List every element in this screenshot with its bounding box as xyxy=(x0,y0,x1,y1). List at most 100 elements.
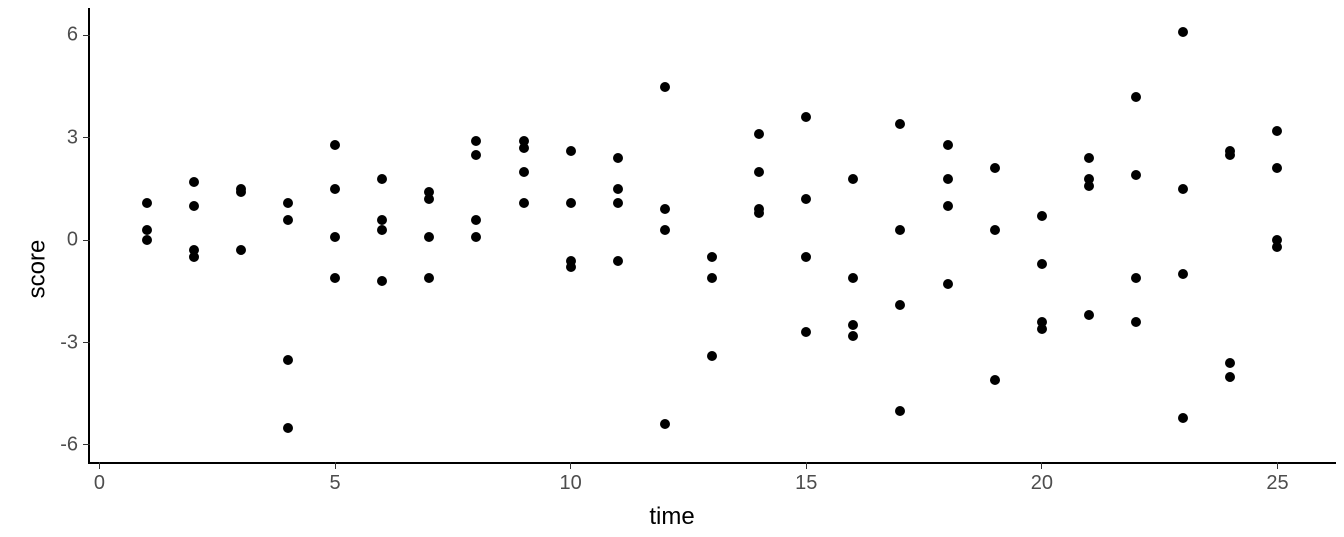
data-point xyxy=(236,187,246,197)
data-point xyxy=(283,198,293,208)
x-tick-label: 0 xyxy=(94,472,105,495)
x-tick-mark xyxy=(806,462,807,469)
data-point xyxy=(142,235,152,245)
y-tick-label: -3 xyxy=(60,331,78,354)
data-point xyxy=(471,232,481,242)
data-point xyxy=(1178,184,1188,194)
data-point xyxy=(613,198,623,208)
data-point xyxy=(1084,181,1094,191)
data-point xyxy=(566,146,576,156)
x-tick-mark xyxy=(99,462,100,469)
data-point xyxy=(613,184,623,194)
data-point xyxy=(848,273,858,283)
x-tick-label: 20 xyxy=(1031,472,1053,495)
x-tick-label: 10 xyxy=(560,472,582,495)
y-tick-mark xyxy=(83,137,90,138)
data-point xyxy=(189,252,199,262)
data-point xyxy=(660,204,670,214)
data-point xyxy=(990,225,1000,235)
data-point xyxy=(707,273,717,283)
data-point xyxy=(660,82,670,92)
data-point xyxy=(1131,170,1141,180)
data-point xyxy=(801,252,811,262)
data-point xyxy=(895,406,905,416)
data-point xyxy=(1084,153,1094,163)
data-point xyxy=(943,174,953,184)
data-point xyxy=(1178,269,1188,279)
data-point xyxy=(1178,27,1188,37)
data-point xyxy=(519,143,529,153)
x-axis-line xyxy=(88,462,1336,464)
data-point xyxy=(566,198,576,208)
data-point xyxy=(471,215,481,225)
y-tick-mark xyxy=(83,444,90,445)
data-point xyxy=(377,225,387,235)
data-point xyxy=(613,153,623,163)
y-axis-title: score xyxy=(23,239,51,298)
data-point xyxy=(283,423,293,433)
data-point xyxy=(1131,92,1141,102)
data-point xyxy=(1131,317,1141,327)
data-point xyxy=(330,184,340,194)
data-point xyxy=(754,129,764,139)
data-point xyxy=(377,174,387,184)
data-point xyxy=(377,215,387,225)
y-axis-line xyxy=(88,8,90,462)
data-point xyxy=(613,256,623,266)
data-point xyxy=(943,201,953,211)
data-point xyxy=(660,419,670,429)
data-point xyxy=(660,225,670,235)
data-point xyxy=(1272,126,1282,136)
data-point xyxy=(424,232,434,242)
data-point xyxy=(189,177,199,187)
data-point xyxy=(142,198,152,208)
data-point xyxy=(754,167,764,177)
data-point xyxy=(1037,324,1047,334)
data-point xyxy=(1037,211,1047,221)
data-point xyxy=(142,225,152,235)
y-tick-label: 6 xyxy=(67,24,78,47)
data-point xyxy=(566,262,576,272)
data-point xyxy=(330,273,340,283)
x-tick-mark xyxy=(1277,462,1278,469)
y-tick-mark xyxy=(83,240,90,241)
data-point xyxy=(990,375,1000,385)
x-tick-mark xyxy=(1041,462,1042,469)
data-point xyxy=(943,140,953,150)
data-point xyxy=(471,150,481,160)
data-point xyxy=(754,208,764,218)
x-tick-label: 5 xyxy=(329,472,340,495)
data-point xyxy=(377,276,387,286)
data-point xyxy=(895,300,905,310)
data-point xyxy=(707,351,717,361)
data-point xyxy=(707,252,717,262)
x-axis-title: time xyxy=(649,503,694,531)
data-point xyxy=(990,163,1000,173)
data-point xyxy=(848,331,858,341)
data-point xyxy=(236,245,246,255)
data-point xyxy=(519,198,529,208)
data-point xyxy=(848,320,858,330)
x-tick-mark xyxy=(570,462,571,469)
data-point xyxy=(330,232,340,242)
data-point xyxy=(943,279,953,289)
data-point xyxy=(848,174,858,184)
data-point xyxy=(1084,310,1094,320)
plot-panel xyxy=(90,8,1334,462)
y-tick-mark xyxy=(83,342,90,343)
data-point xyxy=(1178,413,1188,423)
y-tick-label: 3 xyxy=(67,126,78,149)
y-tick-label: -6 xyxy=(60,433,78,456)
y-tick-label: 0 xyxy=(67,229,78,252)
data-point xyxy=(424,273,434,283)
data-point xyxy=(1225,372,1235,382)
data-point xyxy=(471,136,481,146)
data-point xyxy=(189,201,199,211)
data-point xyxy=(330,140,340,150)
data-point xyxy=(283,355,293,365)
data-point xyxy=(519,167,529,177)
x-tick-label: 25 xyxy=(1266,472,1288,495)
data-point xyxy=(801,112,811,122)
data-point xyxy=(895,119,905,129)
data-point xyxy=(1131,273,1141,283)
